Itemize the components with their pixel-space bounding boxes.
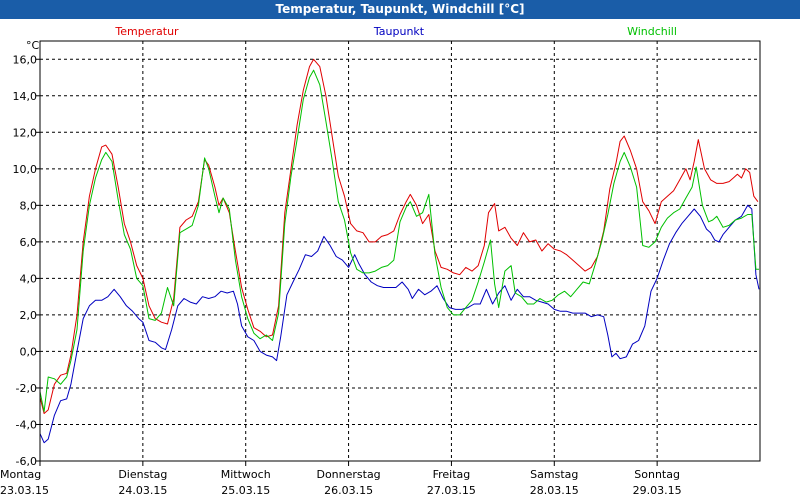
y-tick-label: -6,0 [16,455,37,468]
x-tick-label-day: Samstag [530,468,578,481]
x-tick-labels: Montag 23.03.15 Dienstag 24.03.15 Mittwoch 25… [0,468,682,497]
window-title: Temperatur, Taupunkt, Windchill [°C] [0,0,800,19]
x-tick-label-date: 27.03.15 [427,484,476,497]
plot-frame [39,40,761,462]
y-tick-labels: -6,0 -4,0 -2,0 0,0 2,0 4,0 6,0 8,0 10,0 12,0 14,0 1… [13,53,38,468]
x-tick-label-date: 28.03.15 [530,484,579,497]
y-tick-label: 10,0 [13,163,38,176]
y-tick-label: 8,0 [20,199,38,212]
y-tick-label: -2,0 [16,382,37,395]
y-tick-label: 4,0 [20,272,38,285]
x-tick-label-date: 29.03.15 [633,484,682,497]
x-tick-label-day: Dienstag [118,468,167,481]
legend-temperatur: Temperatur [114,25,179,38]
y-tick-label: 6,0 [20,236,38,249]
x-tick-label-day: Sonntag [634,468,680,481]
y-tick-label: 2,0 [20,309,38,322]
legend-windchill: Windchill [627,25,677,38]
series-lines [39,58,760,444]
legend-taupunkt: Taupunkt [373,25,425,38]
y-tick-label: 12,0 [13,126,38,139]
x-tick-label-date: 24.03.15 [118,484,167,497]
y-tick-label: 16,0 [13,53,38,66]
y-tick-label: -4,0 [16,418,37,431]
series-line-windchill [39,69,759,413]
x-tick-label-day: Freitag [433,468,471,481]
axis-ticks [36,58,658,466]
series-line-taupunkt [39,204,760,444]
series-line-temperatur [39,58,759,414]
x-tick-label-date: 25.03.15 [221,484,270,497]
x-tick-label-day: Mittwoch [221,468,271,481]
x-tick-label-day: Montag [0,468,41,481]
legend: Temperatur Taupunkt Windchill [114,25,677,38]
y-tick-label: 14,0 [13,90,38,103]
y-axis-unit: °C [26,39,40,52]
grid-lines [40,41,760,461]
y-tick-label: 0,0 [20,345,38,358]
line-chart: °C Temperatur Taupunkt Windchill -6,0 -4,… [0,25,761,497]
x-tick-label-day: Donnerstag [316,468,380,481]
x-tick-label-date: 23.03.15 [0,484,49,497]
x-tick-label-date: 26.03.15 [324,484,373,497]
